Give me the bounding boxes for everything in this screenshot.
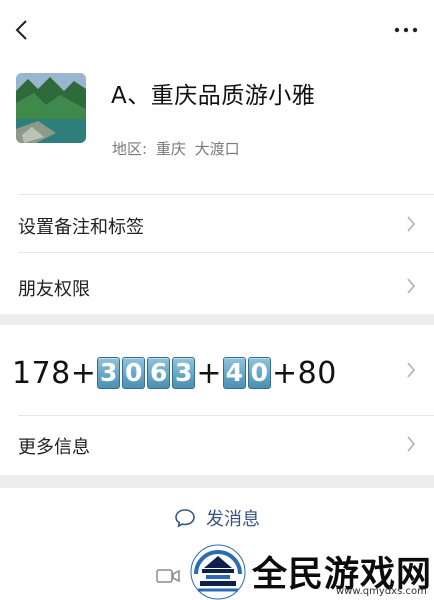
phone-number-row[interactable]: 178+ 3 0 6 3 + 4 0 +80 xyxy=(0,325,434,415)
send-message-label: 发消息 xyxy=(206,509,260,530)
remark-tags-label: 设置备注和标签 xyxy=(18,217,144,238)
digit-key: 3 xyxy=(172,357,196,389)
remark-tags-row[interactable]: 设置备注和标签 xyxy=(0,194,434,252)
phone-separator: + xyxy=(196,355,223,391)
profile-card: A、重庆品质游小雅 地区: 重庆 大渡口 xyxy=(0,62,434,194)
divider xyxy=(18,415,434,416)
send-message-button[interactable]: 发消息 xyxy=(174,505,260,531)
friend-permission-row[interactable]: 朋友权限 xyxy=(0,252,434,314)
chevron-right-icon xyxy=(407,362,416,378)
phone-suffix: +80 xyxy=(272,355,337,391)
more-info-label: 更多信息 xyxy=(18,437,90,458)
avatar[interactable] xyxy=(16,73,86,143)
more-info-row[interactable]: 更多信息 xyxy=(0,415,434,475)
watermark-url: www.qmydxs.com xyxy=(336,586,427,597)
video-call-icon[interactable] xyxy=(156,568,180,584)
chevron-right-icon xyxy=(407,216,416,232)
friend-permission-label: 朋友权限 xyxy=(18,279,90,300)
region-city: 重庆 xyxy=(155,140,186,158)
phone-number: 178+ 3 0 6 3 + 4 0 +80 xyxy=(12,355,337,391)
divider xyxy=(18,252,434,253)
watermark-logo xyxy=(190,544,246,600)
contact-name: A、重庆品质游小雅 xyxy=(111,83,316,109)
region-label: 地区: xyxy=(112,140,148,158)
digit-key: 0 xyxy=(122,357,146,389)
chevron-right-icon xyxy=(407,436,416,452)
region-place: 大渡口 xyxy=(194,140,240,158)
top-bar xyxy=(0,0,434,62)
divider xyxy=(18,194,434,195)
more-dots-icon[interactable] xyxy=(392,20,420,40)
region-info: 地区: 重庆 大渡口 xyxy=(112,138,244,159)
phone-prefix: 178+ xyxy=(12,355,97,391)
chat-bubble-icon xyxy=(175,509,195,528)
chevron-left-icon[interactable] xyxy=(10,17,36,43)
digit-key: 0 xyxy=(248,357,272,389)
digit-key: 4 xyxy=(223,357,247,389)
chevron-right-icon xyxy=(407,278,416,294)
digit-key: 3 xyxy=(97,357,121,389)
digit-key: 6 xyxy=(147,357,171,389)
watermark: 全民游戏网 www.qmydxs.com xyxy=(188,544,434,600)
